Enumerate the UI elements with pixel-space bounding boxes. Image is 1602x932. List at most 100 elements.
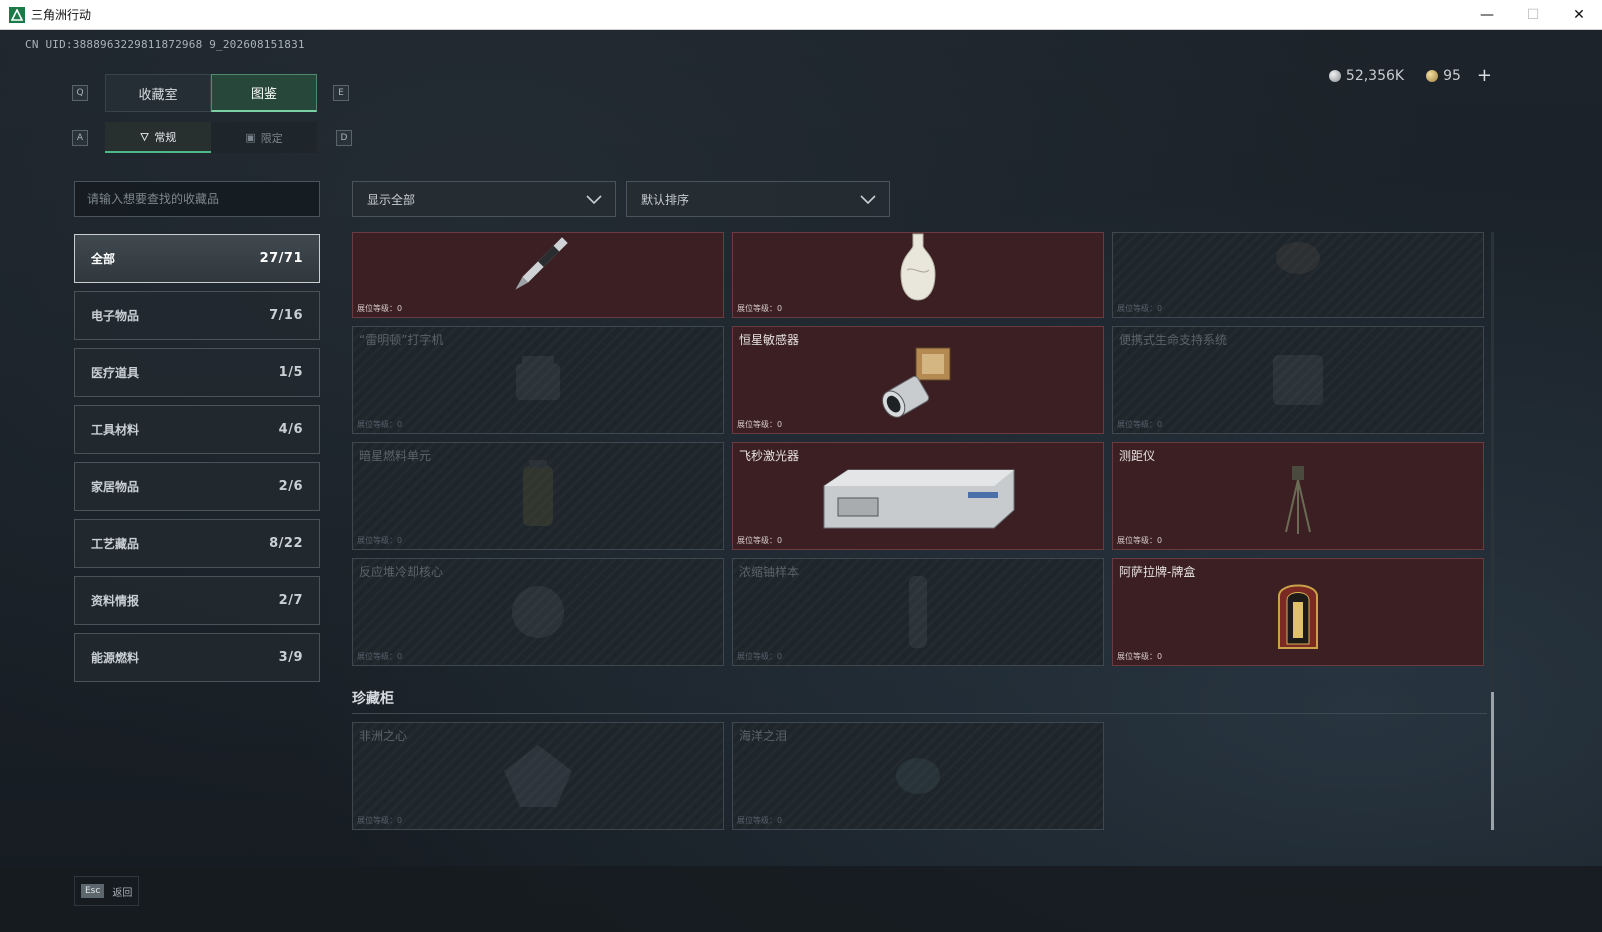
vase-icon xyxy=(900,233,936,301)
main-tabs: 收藏室 图鉴 xyxy=(105,74,317,112)
window-titlebar: 三角洲行动 — ☐ ✕ xyxy=(0,0,1602,30)
key-e-hint: E xyxy=(333,85,349,101)
display-level: 展位等级：0 xyxy=(1117,304,1163,313)
gold-coin-icon xyxy=(1426,69,1439,82)
tab-collection-room[interactable]: 收藏室 xyxy=(105,74,211,112)
display-level: 展位等级：0 xyxy=(357,420,403,429)
scroll-thumb[interactable] xyxy=(1491,692,1494,830)
category-count: 7/16 xyxy=(269,308,303,323)
category-tools[interactable]: 工具材料 4/6 xyxy=(74,405,320,454)
display-level: 展位等级：0 xyxy=(737,816,783,825)
uid-text: CN UID:3888963229811872968 9_20260815183… xyxy=(25,38,305,51)
subtab-regular[interactable]: 🜄 常规 xyxy=(105,122,211,153)
card-box-icon xyxy=(1278,584,1318,650)
category-label: 工艺藏品 xyxy=(91,537,140,551)
category-electronics[interactable]: 电子物品 7/16 xyxy=(74,291,320,340)
category-medical[interactable]: 医疗道具 1/5 xyxy=(74,348,320,397)
collection-card[interactable]: 反应堆冷却核心 展位等级：0 xyxy=(352,558,724,666)
collection-card[interactable]: 展位等级：0 xyxy=(1112,232,1484,318)
unknown-icon xyxy=(1276,242,1320,275)
key-a-hint: A xyxy=(72,130,88,146)
filter-dropdown[interactable]: 显示全部 xyxy=(352,181,616,217)
silver-currency: 52,356K xyxy=(1328,68,1404,84)
category-crafts[interactable]: 工艺藏品 8/22 xyxy=(74,519,320,568)
chevron-down-icon xyxy=(586,195,602,205)
category-label: 资料情报 xyxy=(91,594,140,608)
category-list: 全部 27/71 电子物品 7/16 医疗道具 1/5 工具材料 4/6 家居物… xyxy=(74,234,320,690)
currency-bar: 52,356K 95 + xyxy=(1328,65,1492,86)
key-d-hint: D xyxy=(336,130,352,146)
section-divider xyxy=(352,713,1487,714)
back-button[interactable]: Esc 返回 xyxy=(74,876,140,906)
collection-card[interactable]: 恒星敏感器 展位等级：0 xyxy=(732,326,1104,434)
sort-dropdown-value: 默认排序 xyxy=(641,192,690,207)
pearl-icon xyxy=(896,758,940,794)
fuel-cell-icon xyxy=(523,460,553,526)
collection-card[interactable]: 展位等级：0 xyxy=(352,232,724,318)
category-label: 能源燃料 xyxy=(91,651,140,665)
display-level: 展位等级：0 xyxy=(1117,652,1163,661)
category-count: 2/6 xyxy=(278,479,303,494)
collection-card[interactable]: 浓缩铀样本 展位等级：0 xyxy=(732,558,1104,666)
item-name: “雷明顿”打字机 xyxy=(359,333,444,347)
gold-amount: 95 xyxy=(1443,67,1461,84)
search-input[interactable] xyxy=(87,192,319,206)
maximize-button[interactable]: ☐ xyxy=(1510,0,1556,30)
item-name: 恒星敏感器 xyxy=(739,333,800,347)
diamond-icon xyxy=(504,745,572,807)
category-count: 4/6 xyxy=(278,422,303,437)
game-area: CN UID:3888963229811872968 9_20260815183… xyxy=(0,30,1602,932)
tab-catalog[interactable]: 图鉴 xyxy=(211,74,317,112)
display-level: 展位等级：0 xyxy=(737,420,783,429)
life-support-icon xyxy=(1273,355,1323,405)
grid-scrollbar[interactable] xyxy=(1491,232,1494,830)
sort-dropdown[interactable]: 默认排序 xyxy=(626,181,890,217)
display-level: 展位等级：0 xyxy=(1117,536,1163,545)
category-all[interactable]: 全部 27/71 xyxy=(74,234,320,283)
category-label: 电子物品 xyxy=(91,309,140,323)
category-label: 全部 xyxy=(91,252,116,266)
add-currency-button[interactable]: + xyxy=(1477,65,1492,86)
collection-card[interactable]: 阿萨拉牌-牌盒 展位等级：0 xyxy=(1112,558,1484,666)
category-count: 8/22 xyxy=(269,536,303,551)
search-box[interactable] xyxy=(74,181,320,217)
reactor-core-icon xyxy=(512,586,564,638)
minimize-button[interactable]: — xyxy=(1464,0,1510,30)
bottle-icon: 🜄 xyxy=(139,130,150,144)
footer-bar xyxy=(0,866,1602,932)
item-name: 反应堆冷却核心 xyxy=(359,565,444,579)
display-level: 展位等级：0 xyxy=(357,304,403,313)
category-count: 1/5 xyxy=(278,365,303,380)
esc-key-hint: Esc xyxy=(81,884,105,898)
subtab-limited-label: 限定 xyxy=(260,131,283,145)
collection-card[interactable]: “雷明顿”打字机 展位等级：0 xyxy=(352,326,724,434)
display-level: 展位等级：0 xyxy=(737,652,783,661)
treasure-card[interactable]: 非洲之心 展位等级：0 xyxy=(352,722,724,830)
close-button[interactable]: ✕ xyxy=(1556,0,1602,30)
item-name: 阿萨拉牌-牌盒 xyxy=(1119,565,1196,579)
category-count: 27/71 xyxy=(259,251,303,266)
display-level: 展位等级：0 xyxy=(1117,420,1163,429)
filter-dropdown-value: 显示全部 xyxy=(367,192,416,207)
collection-card[interactable]: 测距仪 展位等级：0 xyxy=(1112,442,1484,550)
category-label: 医疗道具 xyxy=(91,366,140,380)
treasure-card[interactable]: 海洋之泪 展位等级：0 xyxy=(732,722,1104,830)
sub-tabs: 🜄 常规 ▣ 限定 xyxy=(105,122,317,153)
window-title: 三角洲行动 xyxy=(31,8,92,22)
display-level: 展位等级：0 xyxy=(737,536,783,545)
item-name: 非洲之心 xyxy=(359,729,408,743)
subtab-limited[interactable]: ▣ 限定 xyxy=(211,122,317,153)
image-icon: ▣ xyxy=(245,131,256,144)
category-intel[interactable]: 资料情报 2/7 xyxy=(74,576,320,625)
category-household[interactable]: 家居物品 2/6 xyxy=(74,462,320,511)
collection-card[interactable]: 暗星燃料单元 展位等级：0 xyxy=(352,442,724,550)
display-level: 展位等级：0 xyxy=(737,304,783,313)
collection-card[interactable]: 便携式生命支持系统 展位等级：0 xyxy=(1112,326,1484,434)
category-energy[interactable]: 能源燃料 3/9 xyxy=(74,633,320,682)
treasure-section-title: 珍藏柜 xyxy=(352,691,394,707)
back-label: 返回 xyxy=(112,887,133,899)
gold-currency: 95 xyxy=(1426,68,1461,84)
rangefinder-icon xyxy=(1285,466,1311,535)
collection-card[interactable]: 飞秒激光器 展位等级：0 xyxy=(732,442,1104,550)
collection-card[interactable]: 展位等级：0 xyxy=(732,232,1104,318)
